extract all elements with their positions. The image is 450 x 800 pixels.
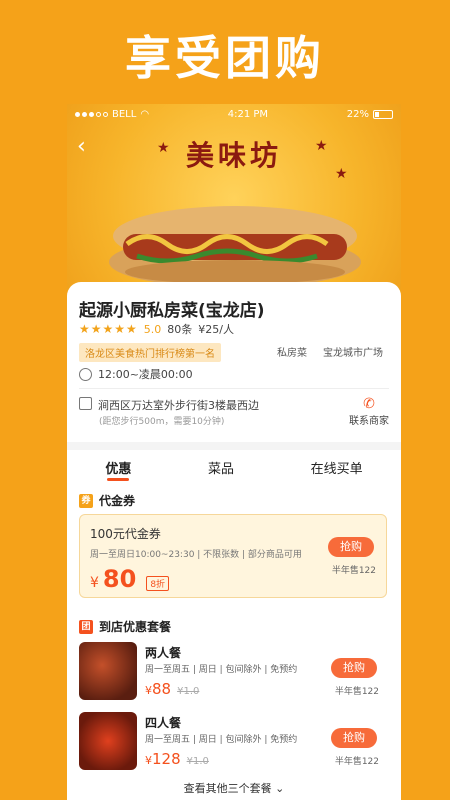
- location-icon: [79, 397, 92, 410]
- package-price: ¥88 ¥1.0: [145, 679, 199, 698]
- voucher-section-title: 券 代金券: [79, 492, 135, 509]
- rating-score: 5.0: [143, 322, 162, 336]
- star-decoration-icon: ★: [315, 138, 328, 154]
- discount-badge: 8折: [146, 576, 170, 591]
- rating-row: ★★★★★ 5.0 80条 ¥25/人: [79, 321, 234, 337]
- shop-area: 宝龙城市广场: [323, 348, 383, 359]
- package-price-value: 88: [152, 680, 172, 698]
- clock: 4:21 PM: [227, 108, 269, 120]
- package-item[interactable]: 两人餐 周一至周五 | 周日 | 包间除外 | 免预约 ¥88 ¥1.0 抢购 …: [79, 642, 389, 702]
- voucher-title: 100元代金券: [90, 527, 161, 541]
- currency: ¥: [90, 575, 99, 591]
- tab-bar: 优惠 菜品 在线买单: [67, 458, 401, 481]
- package-desc: 周一至周五 | 周日 | 包间除外 | 免预约: [145, 665, 298, 675]
- shop-category: 私房菜: [277, 348, 307, 359]
- status-bar: BELL ◠ 4:21 PM 22%: [67, 104, 401, 124]
- contact-shop-button[interactable]: ✆ 联系商家: [349, 396, 389, 427]
- voucher-desc: 周一至周日10:00~23:30 | 不限张数 | 部分商品可用: [90, 550, 302, 560]
- hotdog-image: [109, 206, 361, 288]
- package-section-title: 团 到店优惠套餐: [79, 618, 171, 635]
- voucher-price: ¥ 80 8折: [90, 565, 170, 593]
- buy-package-button[interactable]: 抢购: [331, 658, 377, 678]
- battery-percent: 22%: [346, 108, 369, 120]
- divider: [79, 388, 389, 389]
- hours-row: 12:00~凌晨00:00: [79, 366, 193, 382]
- address-text: 涧西区万达室外步行街3楼最西边: [98, 399, 259, 412]
- group-icon: 团: [79, 619, 93, 634]
- package-item[interactable]: 四人餐 周一至周五 | 周日 | 包间除外 | 免预约 ¥128 ¥1.0 抢购…: [79, 712, 389, 772]
- currency: ¥: [145, 684, 152, 697]
- chevron-down-icon: ⌄: [275, 782, 285, 795]
- contact-label: 联系商家: [349, 416, 389, 427]
- sold-count: 半年售122: [334, 757, 379, 767]
- package-price: ¥128 ¥1.0: [145, 749, 209, 768]
- shop-name: 起源小厨私房菜(宝龙店): [79, 301, 265, 321]
- distance-note: (距您步行500m，需要10分钟): [99, 417, 225, 427]
- package-price-value: 128: [152, 750, 181, 768]
- more-packages-link[interactable]: 查看其他三个套餐 ⌄: [67, 780, 401, 796]
- buy-voucher-button[interactable]: 抢购: [328, 537, 374, 557]
- signal-icon: [75, 111, 108, 117]
- voucher-price-value: 80: [102, 565, 137, 593]
- section-gap: [67, 442, 401, 450]
- shop-card: 起源小厨私房菜(宝龙店) ★★★★★ 5.0 80条 ¥25/人 洛龙区美食热门…: [67, 282, 401, 800]
- wifi-icon: ◠: [140, 108, 150, 120]
- battery-icon: [373, 109, 393, 119]
- tab-dishes[interactable]: 菜品: [208, 458, 234, 481]
- package-photo: [79, 712, 137, 770]
- voucher-icon: 券: [79, 493, 93, 508]
- tab-offers[interactable]: 优惠: [105, 458, 131, 481]
- star-decoration-icon: ★: [335, 166, 348, 182]
- original-price: ¥1.0: [177, 686, 200, 697]
- sold-count: 半年售122: [334, 687, 379, 697]
- package-photo: [79, 642, 137, 700]
- star-decoration-icon: ★: [157, 140, 170, 156]
- package-name: 四人餐: [145, 716, 182, 730]
- more-packages-label: 查看其他三个套餐: [183, 782, 272, 795]
- carrier: BELL: [112, 108, 137, 120]
- brand-title: 美味坊: [185, 139, 282, 172]
- voucher-card[interactable]: 100元代金券 周一至周日10:00~23:30 | 不限张数 | 部分商品可用…: [79, 514, 387, 598]
- package-section-label: 到店优惠套餐: [99, 620, 172, 634]
- promo-headline: 享受团购: [125, 31, 325, 85]
- clock-icon: [79, 367, 92, 381]
- phone-screen: 美味坊 ★ ★ ★ BELL ◠ 4:21 PM 22% ‹ 起源小厨私房菜(宝…: [67, 104, 401, 800]
- voucher-section-label: 代金券: [99, 494, 136, 508]
- currency: ¥: [145, 754, 152, 767]
- rating-stars-icon: ★★★★★: [79, 322, 138, 336]
- sold-count: 半年售122: [331, 566, 376, 576]
- phone-icon: ✆: [363, 396, 375, 412]
- avg-price: ¥25/人: [198, 323, 234, 336]
- opening-hours: 12:00~凌晨00:00: [98, 368, 193, 381]
- package-name: 两人餐: [145, 646, 182, 660]
- rank-badge[interactable]: 洛龙区美食热门排行榜第一名: [79, 343, 221, 362]
- package-desc: 周一至周五 | 周日 | 包间除外 | 免预约: [145, 735, 298, 745]
- original-price: ¥1.0: [186, 756, 209, 767]
- back-chevron-icon[interactable]: ‹: [77, 134, 86, 159]
- buy-package-button[interactable]: 抢购: [331, 728, 377, 748]
- review-count[interactable]: 80条: [167, 321, 192, 337]
- tab-pay-online[interactable]: 在线买单: [311, 458, 363, 481]
- address-row[interactable]: 涧西区万达室外步行街3楼最西边: [79, 397, 259, 413]
